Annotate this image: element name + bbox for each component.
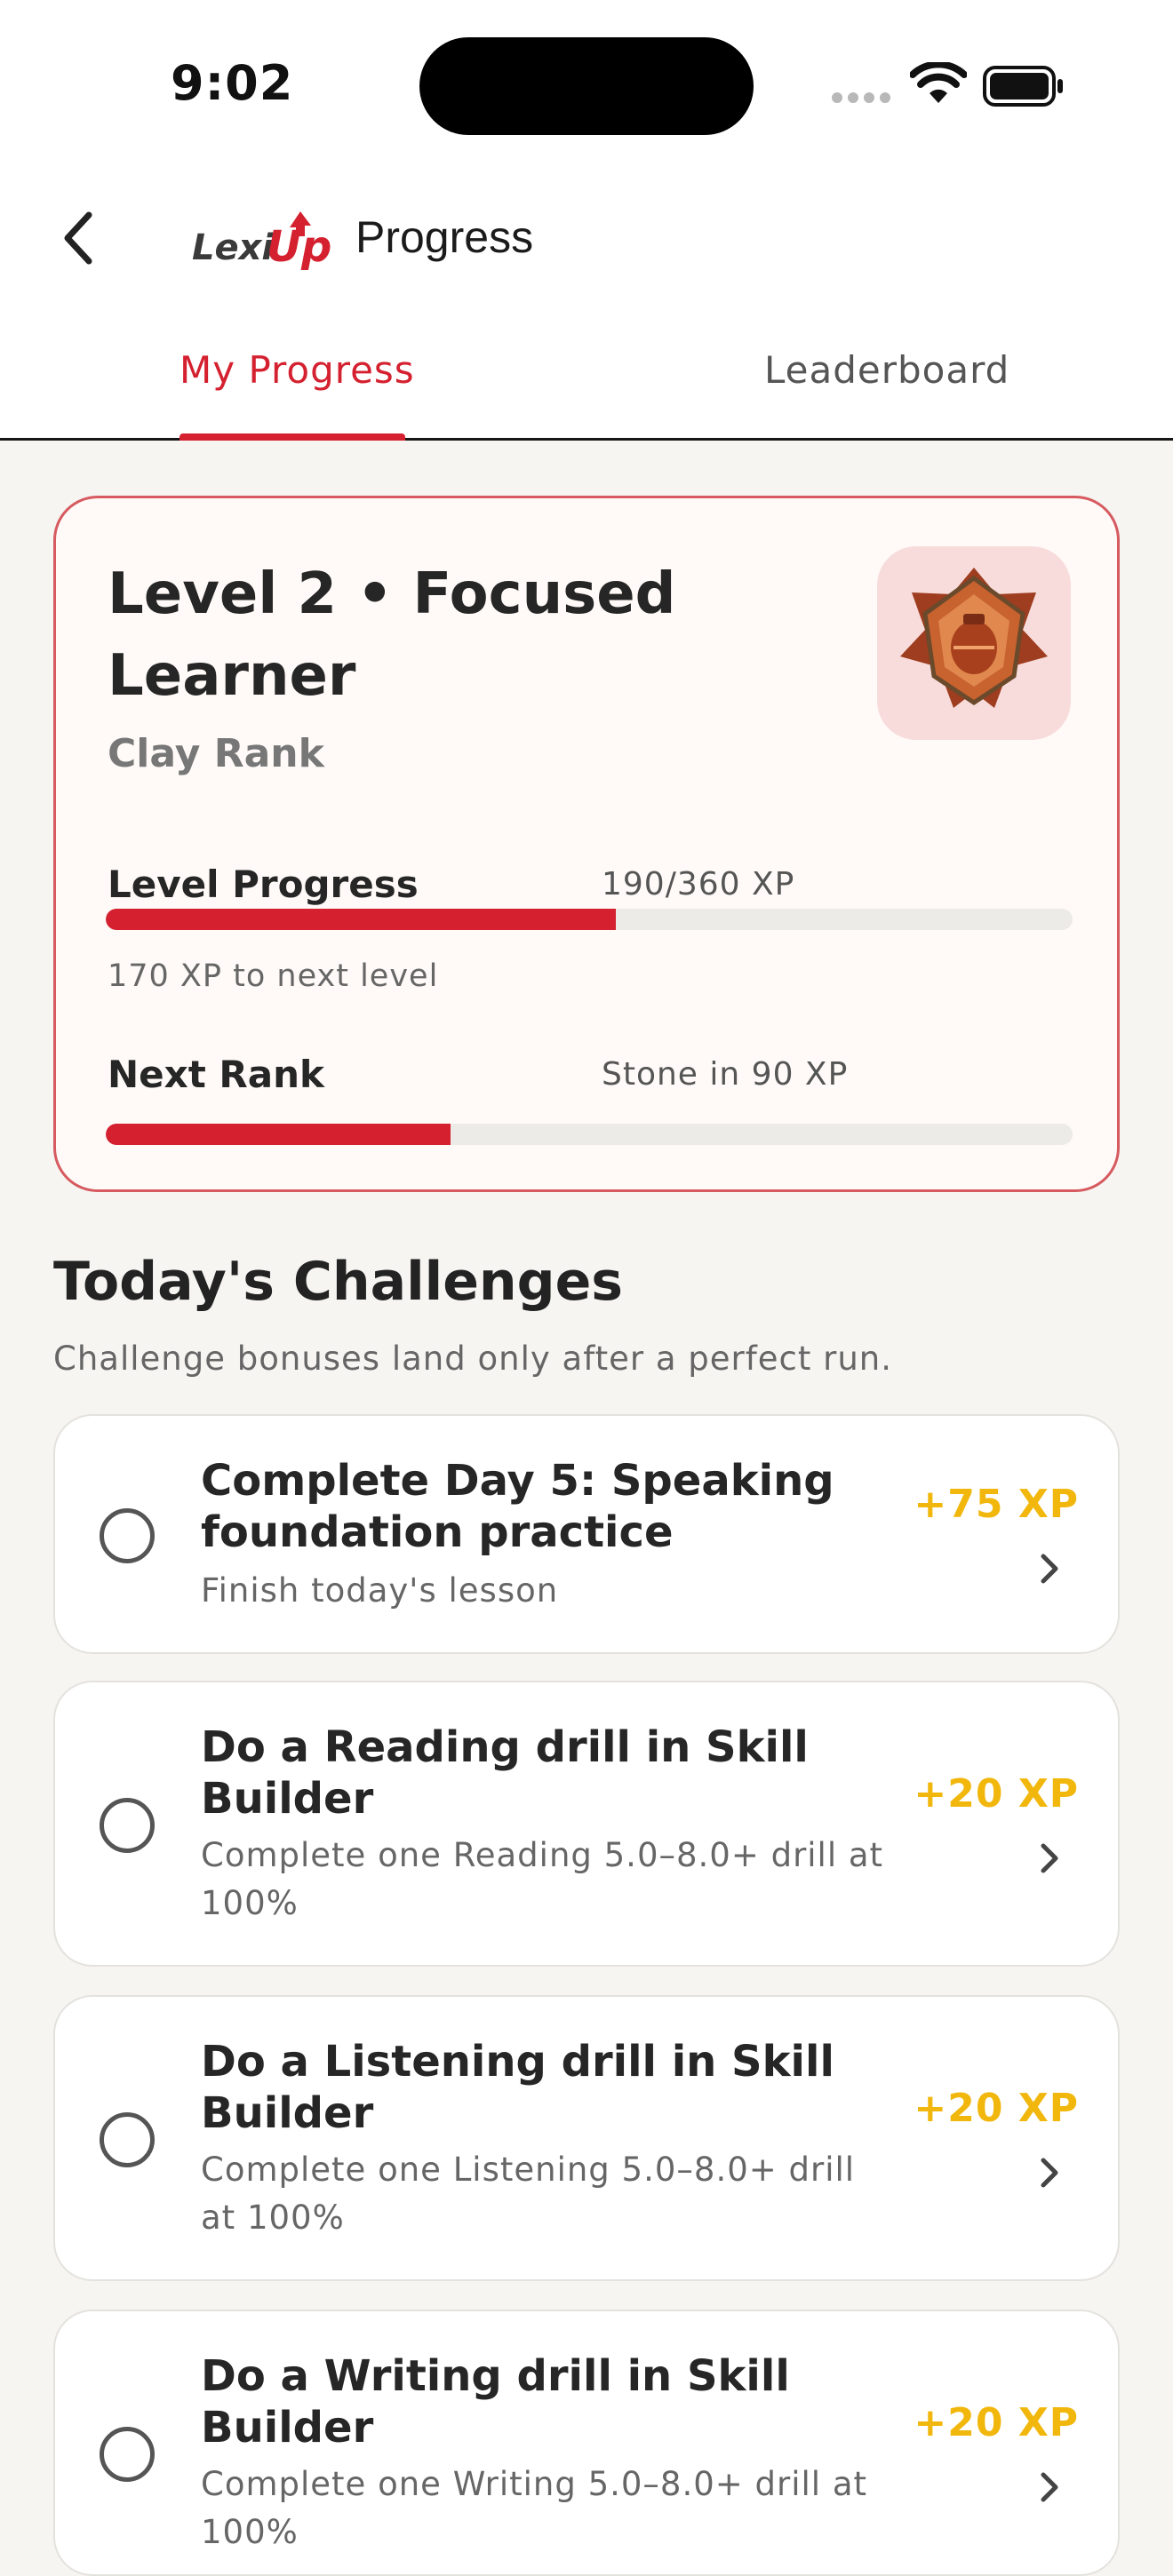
challenge-card[interactable]: Do a Listening drill in Skill Builder Co… <box>53 1995 1120 2281</box>
page-title: Progress <box>355 212 534 262</box>
challenge-card[interactable]: Complete Day 5: Speaking foundation prac… <box>53 1414 1120 1654</box>
chevron-right-icon <box>1041 2472 1058 2502</box>
radio-unchecked-icon[interactable] <box>100 1508 155 1563</box>
tab-my-progress[interactable]: My Progress <box>180 348 415 392</box>
dynamic-island <box>419 37 754 135</box>
level-progress-bar <box>106 909 1073 930</box>
cellular-signal-icon <box>832 92 892 105</box>
top-bar: 9:02 Lexi Up Progress My Progress Leader… <box>0 0 1173 441</box>
challenge-xp: +20 XP <box>914 2400 1079 2445</box>
level-progress-label: Level Progress <box>108 863 419 906</box>
lexiup-logo: Lexi Up <box>192 211 331 272</box>
rank-name: Clay Rank <box>108 731 324 776</box>
challenge-title: Do a Writing drill in Skill Builder <box>201 2351 790 2453</box>
challenge-desc: Complete one Writing 5.0–8.0+ drill at 1… <box>201 2465 868 2551</box>
challenges-subtitle: Challenge bonuses land only after a perf… <box>53 1340 892 1378</box>
wifi-icon <box>910 62 967 103</box>
level-progress-value: 190/360 XP <box>602 866 795 902</box>
challenge-xp: +75 XP <box>914 1482 1079 1527</box>
back-button[interactable] <box>46 203 110 274</box>
chevron-right-icon <box>1041 1843 1058 1873</box>
battery-icon <box>983 66 1063 107</box>
challenge-xp: +20 XP <box>914 1771 1079 1817</box>
level-progress-fill <box>106 909 617 930</box>
challenge-title: Do a Listening drill in Skill Builder <box>201 2037 834 2138</box>
radio-unchecked-icon[interactable] <box>100 2112 155 2167</box>
svg-text:Lexi: Lexi <box>192 227 275 268</box>
next-rank-fill <box>106 1124 451 1145</box>
radio-unchecked-icon[interactable] <box>100 2427 155 2482</box>
level-card: Level 2 • Focused Learner Clay Rank Leve… <box>53 496 1120 1192</box>
challenge-title: Complete Day 5: Speaking foundation prac… <box>201 1456 834 1557</box>
challenge-desc: Complete one Reading 5.0–8.0+ drill at 1… <box>201 1836 884 1922</box>
active-tab-indicator <box>180 433 405 441</box>
challenge-title: Do a Reading drill in Skill Builder <box>201 1722 809 1824</box>
challenge-desc: Finish today's lesson <box>201 1571 559 1610</box>
radio-unchecked-icon[interactable] <box>100 1798 155 1853</box>
back-chevron-icon <box>64 211 92 265</box>
chevron-right-icon <box>1041 1554 1058 1584</box>
challenges-title: Today's Challenges <box>53 1251 623 1313</box>
status-time: 9:02 <box>171 55 294 111</box>
challenge-card[interactable]: Do a Reading drill in Skill Builder Comp… <box>53 1681 1120 1967</box>
next-rank-label: Next Rank <box>108 1053 324 1096</box>
xp-to-next-level: 170 XP to next level <box>108 958 439 994</box>
clay-rank-badge-icon <box>900 568 1048 708</box>
challenge-xp: +20 XP <box>914 2086 1079 2131</box>
next-rank-bar <box>106 1124 1073 1145</box>
level-title: Level 2 • Focused Learner <box>108 561 676 709</box>
challenge-card[interactable]: Do a Writing drill in Skill Builder Comp… <box>53 2310 1120 2576</box>
next-rank-value: Stone in 90 XP <box>602 1056 849 1093</box>
rank-badge <box>877 546 1071 740</box>
tab-leaderboard[interactable]: Leaderboard <box>764 348 1009 392</box>
chevron-right-icon <box>1041 2158 1058 2188</box>
challenge-desc: Complete one Listening 5.0–8.0+ drill at… <box>201 2151 856 2237</box>
